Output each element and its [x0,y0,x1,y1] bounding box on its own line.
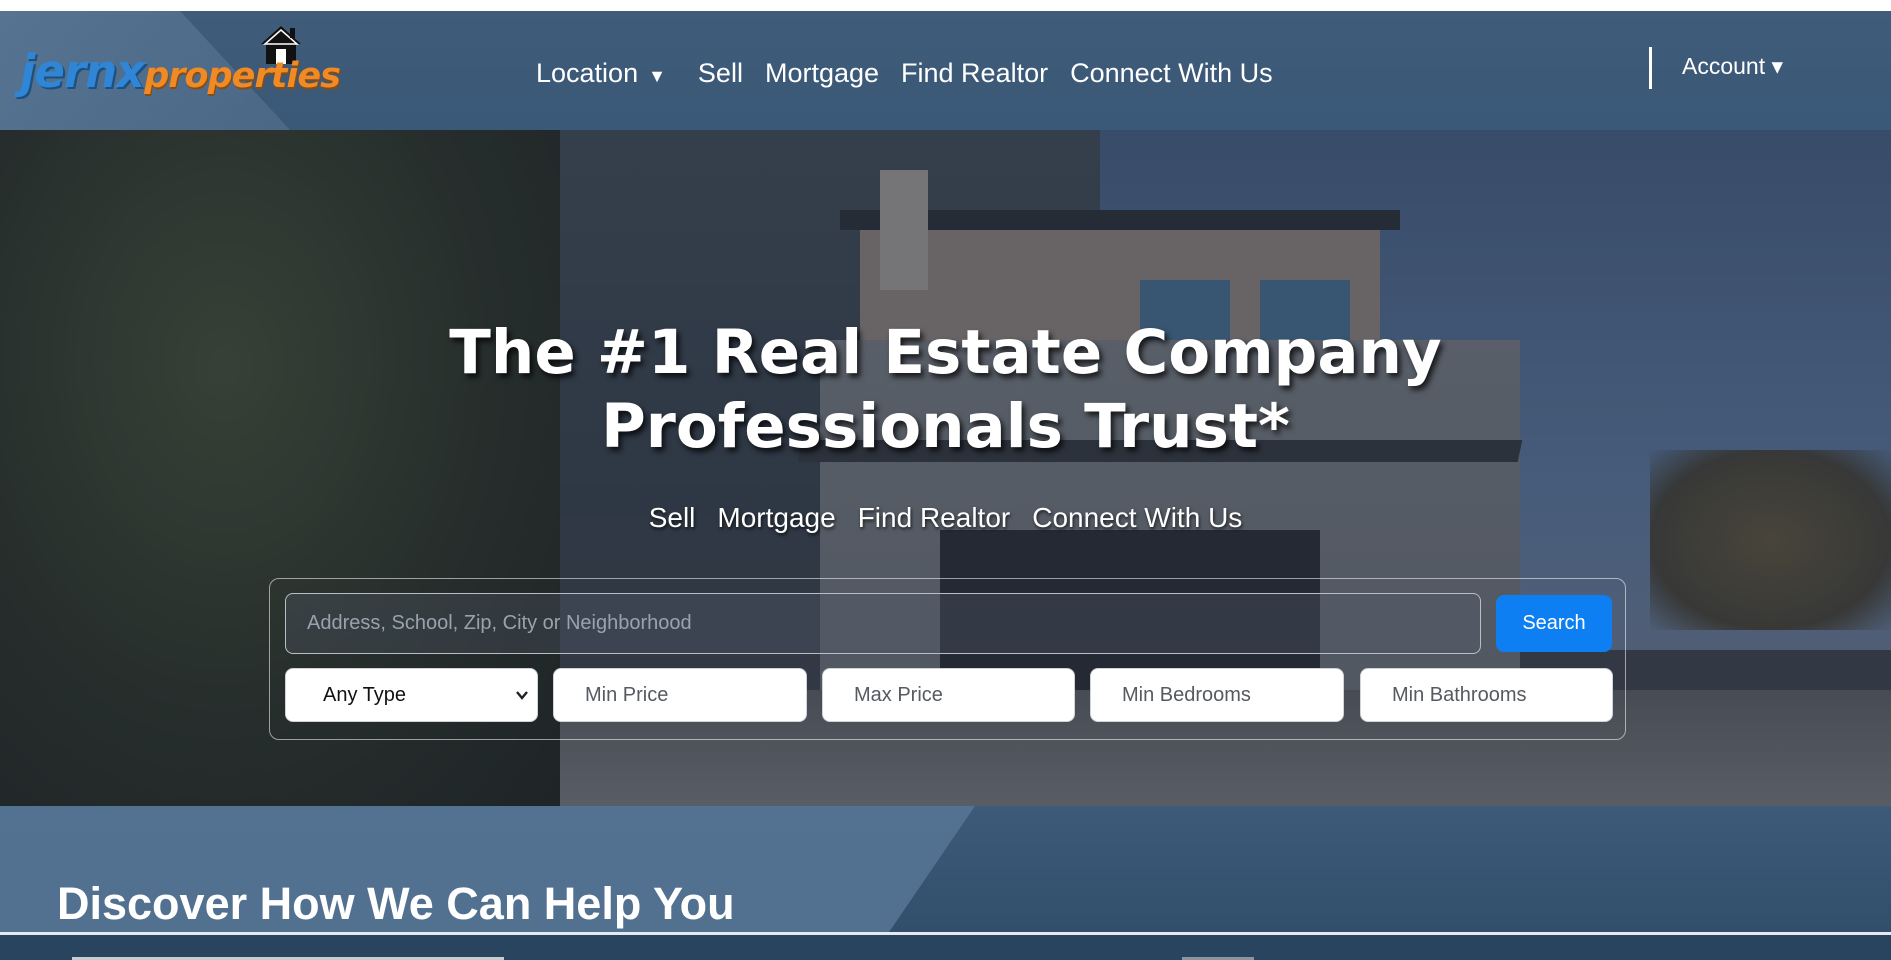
page: jernxproperties Location ▼ Sell Mortgage … [0,0,1891,960]
hero-link-connect-with-us[interactable]: Connect With Us [1032,502,1242,534]
nav-connect-with-us[interactable]: Connect With Us [1070,58,1273,89]
property-type-value: Any Type [323,683,407,706]
nav-location-label: Location [536,57,639,88]
nav-divider [1649,47,1652,89]
property-search-panel: Search Any Type [269,578,1626,740]
main-nav: Location ▼ Sell Mortgage Find Realtor Con… [536,53,1295,93]
search-button[interactable]: Search [1496,595,1612,652]
hero-quick-links: Sell Mortgage Find Realtor Connect With … [0,502,1891,534]
logo-text-primary: jernx [20,45,145,98]
hero-link-sell[interactable]: Sell [649,502,696,534]
account-menu[interactable]: Account ▾ [1682,53,1783,80]
hero-link-mortgage[interactable]: Mortgage [717,502,835,534]
property-type-select[interactable]: Any Type [285,668,538,722]
min-bedrooms-field[interactable] [1090,668,1344,722]
caret-down-icon: ▼ [648,65,666,86]
discover-heading: Discover How We Can Help You [57,878,735,929]
chevron-down-icon [516,691,528,700]
logo-wordmark: jernxproperties [20,49,341,96]
discover-section: Discover How We Can Help You [0,806,1891,960]
search-input[interactable] [285,593,1481,654]
site-header: jernxproperties Location ▼ Sell Mortgage … [0,11,1891,130]
nav-location[interactable]: Location ▼ [536,58,676,89]
hero-title-line2: Professionals Trust* [601,391,1290,462]
site-logo[interactable]: jernxproperties [20,21,365,111]
max-price-field[interactable] [822,668,1075,722]
hero-title-line1: The #1 Real Estate Company [449,317,1442,388]
logo-text-secondary: properties [144,56,341,96]
nav-find-realtor[interactable]: Find Realtor [901,58,1048,89]
min-price-field[interactable] [553,668,807,722]
min-bathrooms-field[interactable] [1360,668,1613,722]
hero-section: The #1 Real Estate Company Professionals… [0,130,1891,806]
hero-link-find-realtor[interactable]: Find Realtor [858,502,1011,534]
nav-mortgage[interactable]: Mortgage [765,58,879,89]
nav-sell[interactable]: Sell [698,58,743,89]
hero-title: The #1 Real Estate Company Professionals… [0,316,1891,464]
